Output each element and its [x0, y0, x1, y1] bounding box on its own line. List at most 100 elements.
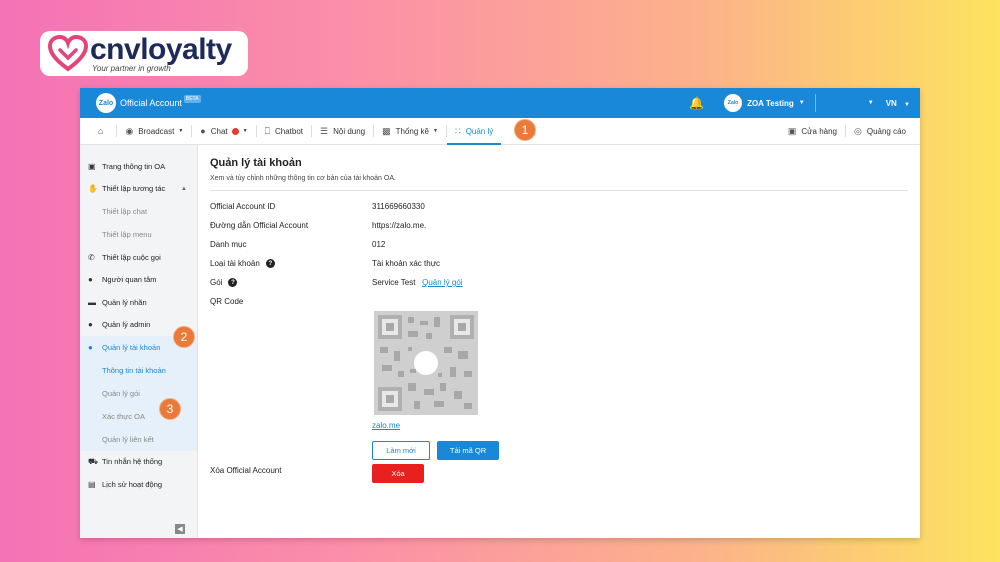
category-value: 012 — [372, 240, 386, 249]
help-icon[interactable]: ? — [228, 278, 238, 288]
page-subtitle: Xem và tùy chỉnh những thông tin cơ bản … — [210, 175, 908, 191]
home-icon: ⌂ — [98, 126, 104, 136]
chatbot-icon: ⎕ — [264, 125, 270, 136]
chevron-down-icon[interactable]: ▼ — [826, 100, 874, 106]
brand-tagline: Your partner in growth — [92, 63, 171, 73]
oa-link-label: Đường dẫn Official Account — [210, 221, 309, 230]
nav-home[interactable]: ⌂ — [90, 118, 116, 144]
sidebar-item-followers[interactable]: ● Người quan tâm — [80, 269, 197, 292]
bell-icon[interactable]: 🔔 — [689, 96, 704, 110]
top-bar: Zalo Official Account BETA 🔔 Zalo ZOA Te… — [80, 88, 920, 118]
manage-package-link[interactable]: Quản lý gói — [422, 278, 462, 287]
collapse-sidebar-icon[interactable]: ◀ — [175, 524, 185, 534]
user-icon: ● — [88, 342, 93, 352]
step-1-marker: 1 — [514, 119, 536, 141]
language-select[interactable]: VN ▼ — [886, 99, 910, 108]
qr-code-label: QR Code — [210, 297, 244, 306]
sidebar-item-interaction-settings[interactable]: ✋ Thiết lập tương tác ▲ — [80, 178, 197, 201]
sidebar-item-label: Quản lý nhãn — [102, 297, 147, 307]
nav-ads[interactable]: ◎ Quảng cáo — [846, 118, 920, 144]
category-label: Danh mục — [210, 240, 247, 249]
app-window: Zalo Official Account BETA 🔔 Zalo ZOA Te… — [80, 88, 920, 538]
sidebar-item-label: Lịch sử hoạt động — [102, 479, 163, 489]
sidebar-group-account: ● Quản lý tài khoản Thông tin tài khoản … — [80, 336, 197, 451]
account-switcher[interactable]: Zalo ZOA Testing ▼ — [724, 94, 805, 112]
nav-content-label: Nội dung — [333, 126, 366, 136]
chevron-up-icon: ▲ — [181, 185, 187, 192]
account-name: ZOA Testing — [747, 98, 794, 108]
store-icon: ▣ — [787, 125, 797, 136]
nav-chat-label: Chat — [210, 126, 228, 136]
chevron-down-icon: ▼ — [904, 101, 910, 108]
nav-manage-label: Quản lý — [465, 126, 494, 136]
account-avatar: Zalo — [724, 94, 743, 112]
nav-broadcast[interactable]: ◉ Broadcast ▼ — [117, 118, 191, 144]
sidebar-item-oa-info[interactable]: ▣ Trang thông tin OA — [80, 155, 197, 178]
bar-chart-icon: ▩ — [382, 125, 391, 136]
phone-icon: ✆ — [88, 252, 95, 262]
delete-button[interactable]: Xóa — [372, 464, 424, 483]
chevron-down-icon: ▼ — [178, 128, 184, 134]
brand-logo: cnvloyalty Your partner in growth — [40, 31, 248, 76]
zalo-logo[interactable]: Zalo — [96, 93, 116, 113]
tag-icon: ▬ — [88, 297, 96, 307]
sidebar-item-labels[interactable]: ▬ Quản lý nhãn — [80, 291, 197, 314]
download-qr-button[interactable]: Tải mã QR — [437, 441, 499, 460]
sidebar-subitem-packages[interactable]: Quản lý gói — [80, 382, 197, 405]
app-title: Official Account — [120, 98, 182, 108]
chevron-down-icon: ▼ — [433, 128, 438, 134]
main-nav: ⌂ ◉ Broadcast ▼ ● Chat ▼ ⎕ Chatbot ☰ Nội… — [80, 118, 920, 145]
oa-id-label: Official Account ID — [210, 202, 276, 211]
divider — [814, 94, 816, 112]
sidebar-item-label: Thiết lập tương tác — [102, 184, 166, 194]
sidebar-item-activity-log[interactable]: ▤ Lịch sử hoạt động — [80, 473, 197, 496]
nav-manage[interactable]: ∷ Quản lý — [446, 118, 502, 145]
sidebar-subitem-account-info[interactable]: Thông tin tài khoản — [80, 359, 197, 382]
sidebar-subitem-menu-settings[interactable]: Thiết lập menu — [80, 223, 197, 246]
nav-store[interactable]: ▣ Cửa hàng — [780, 118, 845, 144]
qr-code — [374, 311, 478, 415]
ads-icon: ◎ — [854, 125, 862, 136]
step-2-marker: 2 — [173, 326, 195, 348]
account-type-text: Loại tài khoản — [210, 259, 260, 268]
broadcast-icon: ◉ — [125, 125, 134, 136]
truck-icon: ⛟ — [88, 456, 99, 466]
nav-broadcast-label: Broadcast — [138, 126, 175, 136]
clipboard-icon: ▤ — [88, 479, 96, 489]
nav-chat[interactable]: ● Chat ▼ — [192, 118, 255, 144]
nav-chatbot-label: Chatbot — [274, 126, 304, 136]
zalo-link[interactable]: zalo.me — [372, 421, 400, 430]
nav-statistics-label: Thống kê — [395, 126, 429, 136]
nav-store-label: Cửa hàng — [801, 126, 837, 136]
list-icon: ☰ — [320, 125, 329, 136]
main-content: Quản lý tài khoản Xem và tùy chỉnh những… — [198, 145, 920, 538]
nav-chatbot[interactable]: ⎕ Chatbot — [257, 118, 311, 144]
delete-oa-label: Xóa Official Account — [210, 466, 282, 475]
chevron-down-icon: ▼ — [798, 100, 805, 106]
sidebar-subitem-links[interactable]: Quản lý liên kết — [80, 428, 197, 451]
nav-content[interactable]: ☰ Nội dung — [312, 118, 373, 144]
hand-icon: ✋ — [88, 184, 98, 194]
sidebar-item-label: Quản lý tài khoản — [102, 342, 161, 352]
step-3-marker: 3 — [159, 398, 181, 420]
chevron-down-icon: ▼ — [242, 128, 248, 134]
chat-icon: ● — [200, 126, 206, 136]
page-title: Quản lý tài khoản — [210, 157, 302, 169]
brand-name: cnvloyalty — [90, 32, 232, 66]
account-type-label: Loại tài khoản? — [210, 259, 275, 269]
refresh-button[interactable]: Làm mới — [372, 441, 430, 460]
help-icon[interactable]: ? — [265, 259, 275, 269]
language-label: VN — [885, 98, 897, 108]
nav-statistics[interactable]: ▩ Thống kê ▼ — [374, 118, 446, 144]
notification-badge — [231, 127, 239, 135]
package-label: Gói? — [210, 278, 238, 288]
package-text: Gói — [210, 278, 223, 287]
sidebar-subitem-chat-settings[interactable]: Thiết lập chat — [80, 200, 197, 223]
sidebar-item-label: Trang thông tin OA — [102, 161, 166, 171]
sidebar-item-label: Quản lý admin — [102, 320, 151, 330]
users-icon: ● — [88, 275, 93, 285]
sidebar-item-system-messages[interactable]: ⛟ Tin nhắn hệ thống — [80, 451, 197, 474]
sidebar-item-call-settings[interactable]: ✆ Thiết lập cuộc gọi — [80, 246, 197, 269]
grid-icon: ∷ — [454, 125, 461, 136]
package-value: Service Test Quản lý gói — [372, 278, 463, 287]
